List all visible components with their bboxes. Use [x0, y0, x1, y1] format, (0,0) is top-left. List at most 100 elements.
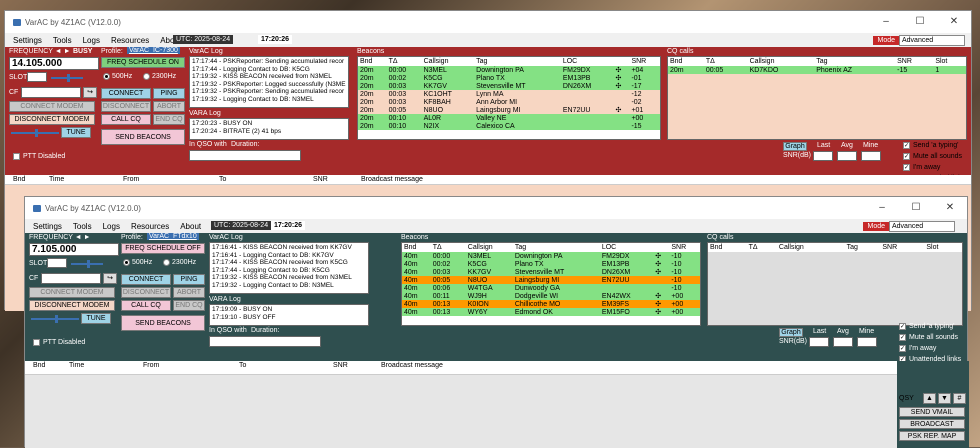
profile-value[interactable]: VarAC_FTdx10	[147, 233, 199, 240]
option-checkbox[interactable]: ✓ Send 'a typing'	[903, 142, 958, 149]
beacon-row[interactable]: 20m 00:03 KK7GV Stevensville MT DN26XM ✣ -17	[358, 82, 660, 90]
snr-avg-field[interactable]	[837, 151, 857, 161]
cf-reset-button[interactable]: ↪	[103, 273, 117, 284]
call-cq-button[interactable]: CALL CQ	[121, 300, 171, 311]
beacon-row[interactable]: 40m 00:13 K0ION Chillicothe MO EM39FS ✣ +00	[402, 300, 700, 308]
menu-logs[interactable]: Logs	[103, 222, 120, 231]
slot-input[interactable]	[47, 258, 67, 268]
checked-icon[interactable]: ✓	[903, 142, 910, 149]
slot-slider-knob[interactable]	[87, 260, 90, 268]
snr-avg-field[interactable]	[833, 337, 853, 347]
close-icon[interactable]: ✕	[933, 197, 967, 219]
end-cq-button[interactable]: END CQ	[153, 114, 185, 125]
snr-last-field[interactable]	[809, 337, 829, 347]
varac-log[interactable]: 17:16:41 - KISS BEACON received from KK7…	[209, 242, 369, 294]
graph-button[interactable]: Graph	[779, 328, 803, 337]
radio-dot[interactable]	[143, 73, 150, 80]
disconnect-button[interactable]: DISCONNECT	[121, 287, 171, 298]
beacon-row[interactable]: 20m 00:00 N3MEL Downington PA FM29DX ✣ +04	[358, 66, 660, 74]
checked-icon[interactable]: ✓	[899, 345, 906, 352]
profile-value[interactable]: VarAC_IC-7300	[127, 47, 180, 54]
frequency-input[interactable]: 14.105.000	[9, 57, 99, 70]
beacons-table[interactable]: Bnd TΔ Callsign Tag LOC SNR 20m 00:00 N3MEL Downi…	[357, 56, 661, 140]
psk-map-button[interactable]: PSK REP. MAP	[899, 431, 965, 441]
option-checkbox[interactable]: ✓ I'm away	[903, 164, 940, 171]
beacon-row[interactable]: 20m 00:03 KF8BAH Ann Arbor MI -02	[358, 98, 660, 106]
snr-last-field[interactable]	[813, 151, 833, 161]
menu-resources[interactable]: Resources	[131, 222, 169, 231]
connect-modem-button[interactable]: CONNECT MODEM	[29, 287, 115, 298]
menu-tools[interactable]: Tools	[53, 36, 72, 45]
hash-icon[interactable]: #	[953, 393, 966, 404]
menu-about[interactable]: About	[180, 222, 201, 231]
checked-icon[interactable]: ✓	[903, 164, 910, 171]
up-arrow-icon[interactable]: ▲	[923, 393, 936, 404]
minimize-icon[interactable]: –	[869, 11, 903, 33]
beacons-table[interactable]: Bnd TΔ Callsign Tag LOC SNR 40m 00:00 N3MEL Downi…	[401, 242, 701, 326]
freq-schedule-button[interactable]: FREQ SCHEDULE ON	[101, 57, 185, 68]
frequency-input[interactable]: 7.105.000	[29, 243, 119, 256]
option-checkbox[interactable]: ✓ I'm away	[899, 345, 936, 352]
ptt-disabled-checkbox[interactable]: PTT Disabled	[33, 339, 85, 346]
send-beacons-button[interactable]: SEND BEACONS	[101, 129, 185, 145]
disconnect-button[interactable]: DISCONNECT	[101, 101, 151, 112]
checked-icon[interactable]: ✓	[903, 153, 910, 160]
snr-mine-field[interactable]	[857, 337, 877, 347]
menu-settings[interactable]: Settings	[33, 222, 62, 231]
send-beacons-button[interactable]: SEND BEACONS	[121, 315, 205, 331]
ptt-checkbox-box[interactable]	[13, 153, 20, 160]
beacon-row[interactable]: 40m 00:05 N8UO Laingsburg MI EN72UU -10	[402, 276, 700, 284]
cf-input[interactable]	[41, 273, 101, 284]
bw-500-radio[interactable]: 500Hz	[123, 259, 152, 266]
ping-button[interactable]: PING	[153, 88, 185, 99]
radio-dot[interactable]	[103, 73, 110, 80]
checked-icon[interactable]: ✓	[899, 323, 906, 330]
menu-logs[interactable]: Logs	[83, 36, 100, 45]
bw-2300-radio[interactable]: 2300Hz	[163, 259, 196, 266]
mode-dropdown[interactable]: Advanced	[899, 35, 965, 46]
beacon-row[interactable]: 20m 00:10 N2IX Calexico CA -15	[358, 122, 660, 130]
varac-log[interactable]: 17:17:44 - PSKReporter: Sending accumula…	[189, 56, 349, 108]
radio-dot[interactable]	[123, 259, 130, 266]
snr-mine-field[interactable]	[861, 151, 881, 161]
disconnect-modem-button[interactable]: DISCONNECT MODEM	[29, 300, 115, 311]
vara-log[interactable]: 17:19:09 - BUSY ON 17:19:10 - BUSY OFF	[209, 304, 369, 326]
broadcast-list[interactable]	[25, 375, 897, 448]
beacon-row[interactable]: 40m 00:06 W4TGA Dunwoody GA -10	[402, 284, 700, 292]
bw-500-radio[interactable]: 500Hz	[103, 73, 132, 80]
tune-slider-knob[interactable]	[55, 315, 58, 323]
cq-row[interactable]: 20m 00:05 KD7KDO Phoenix AZ -15 1	[668, 66, 966, 74]
broadcast-button[interactable]: BROADCAST	[899, 419, 965, 429]
ptt-disabled-checkbox[interactable]: PTT Disabled	[13, 153, 65, 160]
close-icon[interactable]: ✕	[937, 11, 971, 33]
tune-button[interactable]: TUNE	[61, 127, 91, 138]
freq-schedule-button[interactable]: FREQ SCHEDULE OFF	[121, 243, 205, 254]
cq-calls-table[interactable]: Bnd TΔ Callsign Tag SNR Slot	[707, 242, 963, 326]
menu-settings[interactable]: Settings	[13, 36, 42, 45]
connect-modem-button[interactable]: CONNECT MODEM	[9, 101, 95, 112]
down-arrow-icon[interactable]: ▼	[938, 393, 951, 404]
slot-input[interactable]	[27, 72, 47, 82]
beacon-row[interactable]: 40m 00:03 KK7GV Stevensville MT DN26XM ✣ -10	[402, 268, 700, 276]
beacon-row[interactable]: 40m 00:02 K5CG Plano TX EM13PB ✣ -10	[402, 260, 700, 268]
menu-resources[interactable]: Resources	[111, 36, 149, 45]
option-checkbox[interactable]: ✓ Mute all sounds	[899, 334, 958, 341]
in-qso-field[interactable]	[189, 150, 301, 161]
ping-button[interactable]: PING	[173, 274, 205, 285]
checked-icon[interactable]: ✓	[899, 334, 906, 341]
tune-button[interactable]: TUNE	[81, 313, 111, 324]
in-qso-field[interactable]	[209, 336, 321, 347]
slot-slider-knob[interactable]	[67, 74, 70, 82]
cf-reset-button[interactable]: ↪	[83, 87, 97, 98]
mode-dropdown[interactable]: Advanced	[889, 221, 955, 232]
disconnect-modem-button[interactable]: DISCONNECT MODEM	[9, 114, 95, 125]
beacon-row[interactable]: 40m 00:13 WY6Y Edmond OK EM15FO ✣ +00	[402, 308, 700, 316]
cf-input[interactable]	[21, 87, 81, 98]
beacon-row[interactable]: 40m 00:11 WJ9H Dodgeville WI EN42WX ✣ +00	[402, 292, 700, 300]
option-checkbox[interactable]: ✓ Send 'a typing'	[899, 323, 954, 330]
beacon-row[interactable]: 20m 00:03 KC1OHT Lynn MA -12	[358, 90, 660, 98]
ptt-checkbox-box[interactable]	[33, 339, 40, 346]
cq-calls-table[interactable]: Bnd TΔ Callsign Tag SNR Slot 20m 00:05 KD7KDO Pho…	[667, 56, 967, 140]
beacon-row[interactable]: 40m 00:00 N3MEL Downington PA FM29DX ✣ -10	[402, 252, 700, 260]
send-vmail-button[interactable]: SEND VMAIL	[899, 407, 965, 417]
